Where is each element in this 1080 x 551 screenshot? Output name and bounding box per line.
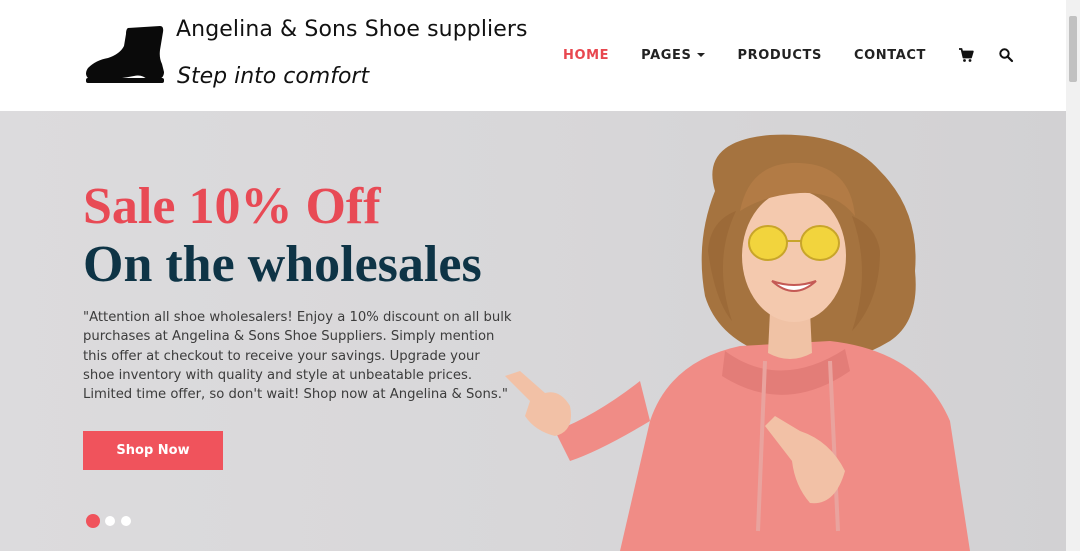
nav-pages[interactable]: PAGES (641, 47, 706, 63)
sale-headline: Sale 10% Off (83, 178, 381, 235)
nav-products[interactable]: PRODUCTS (737, 48, 822, 63)
main-nav: HOME PAGES PRODUCTS CONTACT (563, 45, 1014, 65)
page-scrollbar[interactable] (1066, 0, 1080, 551)
nav-pages-label: PAGES (641, 47, 692, 63)
boot-logo-icon (86, 26, 164, 83)
nav-contact[interactable]: CONTACT (854, 48, 926, 63)
brand-tagline: Step into comfort (177, 64, 370, 89)
cart-icon[interactable] (958, 47, 974, 63)
scrollbar-thumb[interactable] (1069, 16, 1077, 82)
search-icon[interactable] (998, 47, 1014, 63)
promo-description: "Attention all shoe wholesalers! Enjoy a… (83, 310, 512, 403)
carousel-dots (86, 514, 137, 528)
nav-home[interactable]: HOME (563, 48, 609, 63)
carousel-dot-3[interactable] (121, 516, 131, 526)
brand-name: Angelina & Sons Shoe suppliers (176, 17, 528, 42)
carousel-dot-2[interactable] (105, 516, 115, 526)
site-header: Angelina & Sons Shoe suppliers Step into… (0, 0, 1066, 111)
carousel-dot-1[interactable] (86, 514, 100, 528)
wholesale-headline: On the wholesales (83, 236, 482, 293)
brand[interactable]: Angelina & Sons Shoe suppliers Step into… (84, 14, 528, 104)
hero-banner: Sale 10% Off On the wholesales "Attentio… (0, 111, 1066, 551)
model-photo (505, 134, 970, 551)
shop-now-button[interactable]: Shop Now (83, 431, 223, 470)
caret-down-icon (697, 53, 706, 57)
